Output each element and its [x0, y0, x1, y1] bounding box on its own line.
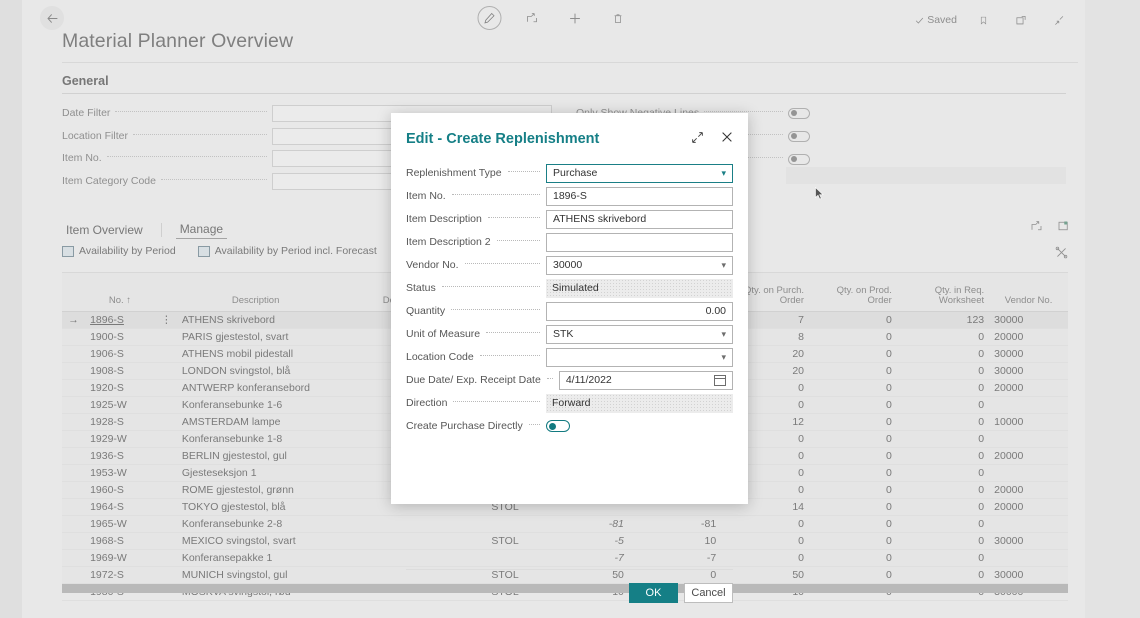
field-value: 1896-S [553, 190, 587, 202]
create-purchase-directly-toggle[interactable] [546, 420, 570, 432]
field-replenishment-type[interactable]: Replenishment Type Purchase ▾ [406, 163, 733, 183]
field-direction: Direction Forward [406, 393, 733, 413]
status-readonly-value: Simulated [546, 278, 733, 298]
field-value: 4/11/2022 [565, 374, 612, 386]
leader-dots [453, 401, 540, 402]
expand-icon[interactable] [689, 129, 705, 145]
dialog-footer-divider [406, 569, 733, 570]
calendar-icon[interactable] [714, 374, 726, 386]
item-description-2-input[interactable] [546, 232, 733, 252]
field-due-date[interactable]: Due Date/ Exp. Receipt Date 4/11/2022 [406, 370, 733, 390]
field-label: Create Purchase Directly [406, 420, 523, 432]
leader-dots [546, 378, 553, 379]
field-item-description[interactable]: Item Description ATHENS skrivebord [406, 209, 733, 229]
vendor-no-lookup[interactable]: 30000 ▾ [546, 255, 733, 275]
leader-dots [507, 171, 540, 172]
field-label: Item Description [406, 213, 482, 225]
chevron-down-icon: ▾ [721, 167, 726, 178]
field-vendor-no[interactable]: Vendor No. 30000 ▾ [406, 255, 733, 275]
chevron-down-icon: ▾ [721, 259, 726, 270]
field-value: 0.00 [705, 305, 726, 317]
dialog-title: Edit - Create Replenishment [406, 131, 600, 147]
leader-dots [441, 286, 540, 287]
edit-create-replenishment-dialog: Edit - Create Replenishment Replenishmen… [391, 113, 748, 603]
selected-value: Purchase [553, 167, 598, 179]
field-label: Replenishment Type [406, 167, 502, 179]
field-item-no[interactable]: Item No. 1896-S [406, 186, 733, 206]
field-value: STK [553, 328, 574, 340]
field-label: Vendor No. [406, 259, 459, 271]
dialog-window-controls [689, 129, 735, 145]
replenishment-type-select[interactable]: Purchase ▾ [546, 163, 733, 183]
leader-dots [451, 309, 540, 310]
ok-button[interactable]: OK [629, 583, 678, 603]
field-value: Simulated [552, 282, 599, 294]
field-label: Status [406, 282, 436, 294]
field-label: Location Code [406, 351, 474, 363]
leader-dots [451, 194, 540, 195]
field-status: Status Simulated [406, 278, 733, 298]
field-create-purchase-directly[interactable]: Create Purchase Directly [406, 416, 733, 436]
field-label: Unit of Measure [406, 328, 481, 340]
direction-readonly-value: Forward [546, 393, 733, 413]
quantity-input[interactable]: 0.00 [546, 301, 733, 321]
field-label: Due Date/ Exp. Receipt Date [406, 374, 541, 386]
field-value: 30000 [553, 259, 583, 271]
field-label: Quantity [406, 305, 446, 317]
leader-dots [486, 332, 540, 333]
field-label: Item Description 2 [406, 236, 491, 248]
leader-dots [479, 355, 540, 356]
leader-dots [487, 217, 540, 218]
close-icon[interactable] [719, 129, 735, 145]
leader-dots [528, 424, 540, 425]
field-label: Item No. [406, 190, 446, 202]
location-code-lookup[interactable]: ▾ [546, 347, 733, 367]
cancel-button[interactable]: Cancel [684, 583, 733, 603]
modal-overlay: Edit - Create Replenishment Replenishmen… [0, 0, 1140, 618]
item-description-input[interactable]: ATHENS skrivebord [546, 209, 733, 229]
field-unit-of-measure[interactable]: Unit of Measure STK ▾ [406, 324, 733, 344]
leader-dots [464, 263, 540, 264]
field-quantity[interactable]: Quantity 0.00 [406, 301, 733, 321]
chevron-down-icon: ▾ [721, 351, 726, 362]
field-location-code[interactable]: Location Code ▾ [406, 347, 733, 367]
leader-dots [496, 240, 540, 241]
chevron-down-icon: ▾ [721, 328, 726, 339]
field-value: Forward [552, 397, 591, 409]
field-value: ATHENS skrivebord [553, 213, 647, 225]
field-item-description-2[interactable]: Item Description 2 [406, 232, 733, 252]
due-date-input[interactable]: 4/11/2022 [558, 370, 733, 390]
unit-of-measure-lookup[interactable]: STK ▾ [546, 324, 733, 344]
mouse-cursor [815, 186, 824, 200]
item-no-input[interactable]: 1896-S [546, 186, 733, 206]
field-label: Direction [406, 397, 448, 409]
